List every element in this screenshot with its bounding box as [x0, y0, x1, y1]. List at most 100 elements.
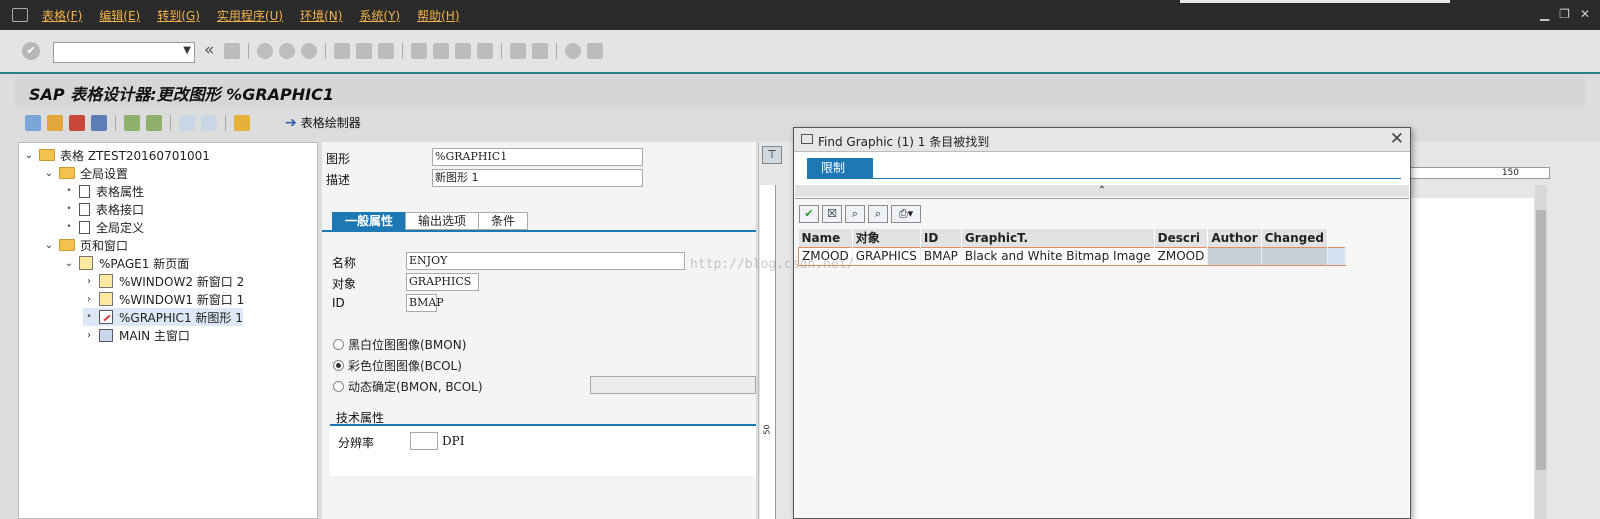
print-icon[interactable] [334, 43, 350, 59]
activate-icon[interactable] [47, 115, 63, 131]
cancel-x-icon[interactable]: ☒ [822, 205, 842, 223]
scrollbar-thumb[interactable] [1536, 210, 1546, 470]
tab-output-options[interactable]: 输出选项 [405, 212, 480, 230]
print-dropdown-icon[interactable]: ⎙▾ [891, 205, 921, 223]
next-page-icon[interactable] [455, 43, 471, 59]
chevron-right-icon[interactable]: › [83, 330, 95, 341]
undo-icon[interactable] [179, 115, 195, 131]
find-next-icon[interactable] [378, 43, 394, 59]
chevron-down-icon[interactable]: ⌄ [43, 168, 55, 179]
tree-node-form-attributes[interactable]: • 表格属性 [63, 182, 144, 200]
confirm-check-icon[interactable]: ✔ [799, 205, 819, 223]
tree-node-global-settings[interactable]: ⌄ 全局设置 [43, 164, 128, 182]
radio-bcol[interactable]: 彩色位图图像(BCOL) [333, 357, 462, 374]
first-page-icon[interactable] [411, 43, 427, 59]
painter-canvas[interactable] [1408, 198, 1534, 519]
column-header[interactable]: Descri [1154, 229, 1209, 247]
menu-system[interactable]: 系统(Y) [359, 7, 400, 24]
restore-icon[interactable]: ❐ [1559, 7, 1570, 21]
dialog-title-bar[interactable]: Find Graphic (1) 1 条目被找到 ✕ [794, 128, 1410, 152]
cell-changed[interactable] [1261, 246, 1328, 266]
tree-node-form-interface[interactable]: • 表格接口 [63, 200, 144, 218]
cell-object[interactable]: GRAPHICS [852, 246, 921, 266]
form-painter-button[interactable]: ➔ 表格绘制器 [285, 114, 361, 131]
menu-environment[interactable]: 环境(N) [300, 7, 342, 24]
cell-id[interactable]: BMAP [920, 246, 962, 266]
vertical-scrollbar[interactable] [1535, 185, 1547, 519]
pin-icon[interactable]: ⊤ [762, 146, 782, 164]
tree-node-window2[interactable]: › %WINDOW2 新窗口 2 [83, 272, 244, 290]
cell-graphic-type[interactable]: Black and White Bitmap Image [961, 246, 1155, 266]
tree-node-graphic1[interactable]: • %GRAPHIC1 新图形 1 [83, 308, 243, 326]
find-icon[interactable] [356, 43, 372, 59]
tree-node-global-definitions[interactable]: • 全局定义 [63, 218, 144, 236]
double-left-arrow-icon[interactable]: « [204, 40, 214, 60]
new-session-icon[interactable] [510, 43, 526, 59]
object-field[interactable]: GRAPHICS [406, 273, 479, 291]
tree-node-main[interactable]: › MAIN 主窗口 [83, 326, 190, 344]
chevron-down-icon[interactable]: ⌄ [23, 150, 35, 161]
tree-node-page1[interactable]: ⌄ %PAGE1 新页面 [63, 254, 189, 272]
chevron-right-icon[interactable]: › [83, 294, 95, 305]
close-icon[interactable]: ✕ [1390, 129, 1404, 149]
chevron-down-icon[interactable]: ⌄ [43, 240, 55, 251]
command-field[interactable]: ▼ [53, 42, 195, 63]
chevron-down-icon[interactable]: ⌄ [63, 258, 75, 269]
display-change-icon[interactable] [25, 115, 41, 131]
minimize-icon[interactable]: ▁ [1540, 7, 1549, 21]
cell-extra[interactable] [1327, 246, 1346, 266]
radio-button-selected[interactable] [333, 360, 344, 371]
column-header[interactable]: Name [798, 229, 853, 247]
id-field[interactable]: BMAP [406, 294, 444, 312]
radio-button[interactable] [333, 339, 344, 350]
expand-icon[interactable] [124, 115, 140, 131]
tree-node-form[interactable]: ⌄ 表格 ZTEST20160701001 [23, 146, 210, 164]
find-icon[interactable]: ⌕ [845, 205, 865, 223]
tree-node-pages-windows[interactable]: ⌄ 页和窗口 [43, 236, 128, 254]
tab-restrictions[interactable]: 限制 [807, 158, 873, 178]
graphic-name-field[interactable]: %GRAPHIC1 [432, 148, 643, 166]
chevron-down-icon[interactable]: ▼ [183, 45, 191, 56]
exit-icon[interactable] [279, 43, 295, 59]
menu-edit[interactable]: 编辑(E) [99, 7, 140, 24]
table-row[interactable]: ZMOOD GRAPHICS BMAP Black and White Bitm… [798, 246, 1346, 266]
tab-conditions[interactable]: 条件 [478, 212, 529, 230]
back-icon[interactable] [257, 43, 273, 59]
column-header[interactable]: Changed [1261, 229, 1328, 247]
field-list-icon[interactable] [234, 115, 250, 131]
enter-check-icon[interactable]: ✔ [22, 42, 40, 60]
find-next-icon[interactable]: ⌕ [868, 205, 888, 223]
column-header[interactable]: Author [1207, 229, 1262, 247]
collapse-icon[interactable] [146, 115, 162, 131]
cell-author[interactable] [1207, 246, 1262, 266]
menu-form[interactable]: 表格(F) [42, 7, 82, 24]
redo-icon[interactable] [201, 115, 217, 131]
chevron-right-icon[interactable]: › [83, 276, 95, 287]
close-window-icon[interactable]: ✕ [1580, 7, 1590, 21]
splitter-handle[interactable]: ⌃ [795, 185, 1409, 197]
resolution-field[interactable] [410, 432, 438, 450]
shortcut-icon[interactable] [532, 43, 548, 59]
column-header[interactable]: 对象 [852, 229, 921, 247]
cancel-icon[interactable] [301, 43, 317, 59]
radio-bmon[interactable]: 黑白位图图像(BMON) [333, 336, 466, 353]
menu-help[interactable]: 帮助(H) [417, 7, 459, 24]
other-object-icon[interactable] [91, 115, 107, 131]
name-field[interactable]: ENJOY [406, 252, 685, 270]
layout-icon[interactable] [587, 43, 603, 59]
tree-node-window1[interactable]: › %WINDOW1 新窗口 1 [83, 290, 244, 308]
last-page-icon[interactable] [477, 43, 493, 59]
menu-goto[interactable]: 转到(G) [157, 7, 200, 24]
menu-utilities[interactable]: 实用程序(U) [217, 7, 283, 24]
column-header[interactable]: ID [920, 229, 962, 247]
description-field[interactable]: 新图形 1 [432, 169, 643, 187]
previous-page-icon[interactable] [433, 43, 449, 59]
test-icon[interactable] [69, 115, 85, 131]
radio-button[interactable] [333, 381, 344, 392]
dynamic-field[interactable] [590, 376, 756, 394]
tab-general-attributes[interactable]: 一般属性 [332, 212, 407, 230]
help-icon[interactable] [565, 43, 581, 59]
cell-description[interactable]: ZMOOD [1154, 246, 1209, 266]
column-header[interactable]: GraphicT. [961, 229, 1155, 247]
radio-dynamic[interactable]: 动态确定(BMON, BCOL) [333, 378, 483, 395]
